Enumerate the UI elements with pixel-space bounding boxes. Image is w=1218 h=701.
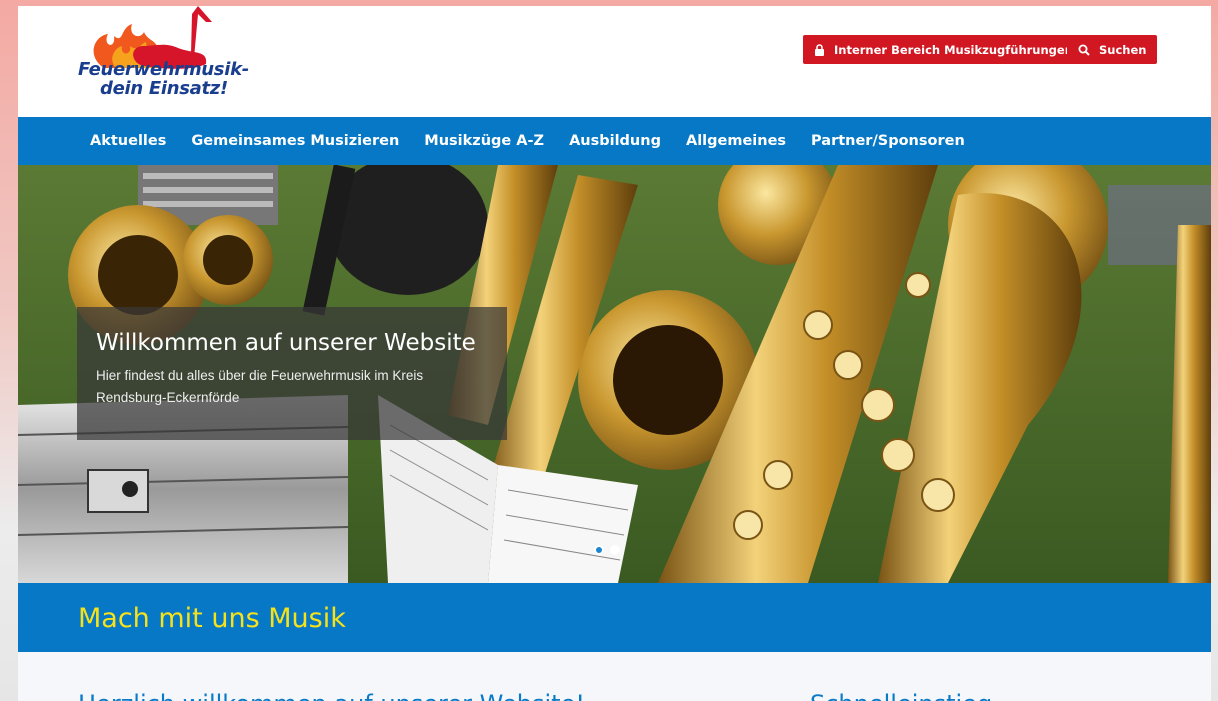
quick-access-heading: Schnelleinstieg [810,689,992,701]
search-icon [1078,44,1090,56]
main-content: Herzlich willkommen auf unserer Website!… [18,652,1211,701]
banner-title: Mach mit uns Musik [78,603,346,634]
search-label: Suchen [1099,42,1147,57]
page: Feuerwehrmusik- dein Einsatz! Interner B… [18,6,1211,701]
site-logo[interactable]: Feuerwehrmusik- dein Einsatz! [74,6,254,110]
logo-text: Feuerwehrmusik- dein Einsatz! [78,60,249,98]
nav-item-partner-sponsoren[interactable]: Partner/Sponsoren [811,133,965,149]
nav-item-allgemeines[interactable]: Allgemeines [686,133,786,149]
logo-line-2: dein Einsatz! [100,78,228,99]
nav-item-musikzuege[interactable]: Musikzüge A-Z [424,133,544,149]
main-nav: Aktuelles Gemeinsames Musizieren Musikzü… [18,117,1211,165]
slider-dot-2[interactable] [610,545,620,555]
nav-item-aktuelles[interactable]: Aktuelles [90,133,166,149]
intern-area-label: Interner Bereich Musikzugführungen [834,42,1073,57]
site-header: Feuerwehrmusik- dein Einsatz! Interner B… [18,6,1211,117]
promo-banner: Mach mit uns Musik [18,583,1211,652]
lock-icon [815,43,824,56]
slider-dot-1[interactable] [594,545,604,555]
intern-area-button[interactable]: Interner Bereich Musikzugführungen [803,35,1084,64]
slider-indicators [594,545,620,555]
slide-title: Willkommen auf unserer Website [96,330,476,356]
logo-line-1: Feuerwehrmusik- [78,59,249,80]
slide-text: Hier findest du alles über die Feuerwehr… [96,368,424,405]
nav-item-ausbildung[interactable]: Ausbildung [569,133,661,149]
hero-slider[interactable]: Willkommen auf unserer Website Hier find… [18,165,1211,583]
welcome-heading: Herzlich willkommen auf unserer Website! [78,689,585,701]
slide-caption: Willkommen auf unserer Website Hier find… [77,307,507,440]
nav-item-gemeinsames-musizieren[interactable]: Gemeinsames Musizieren [191,133,399,149]
search-button[interactable]: Suchen [1067,35,1158,64]
